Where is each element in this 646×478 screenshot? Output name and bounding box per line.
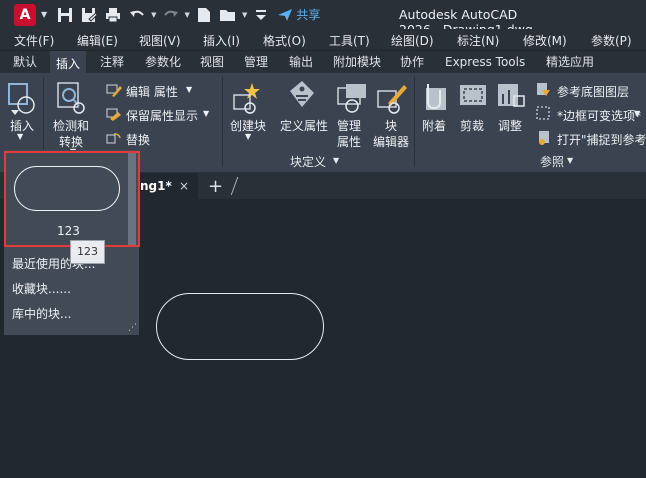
- underlay-layers-label[interactable]: 参考底图图层: [557, 83, 629, 100]
- menu-bar: 文件(F) 编辑(E) 视图(V) 插入(I) 格式(O) 工具(T) 绘图(D…: [0, 29, 646, 50]
- adjust-label[interactable]: 调整: [498, 117, 522, 134]
- attribute-display-icon: [106, 106, 122, 125]
- menu-tools[interactable]: 工具(T): [329, 32, 370, 49]
- insert-dropdown-icon[interactable]: ▼: [17, 132, 23, 141]
- tab-annotate[interactable]: 注释: [94, 51, 130, 73]
- tab-manage[interactable]: 管理: [238, 51, 274, 73]
- block-editor-icon[interactable]: [376, 81, 408, 118]
- menu-format[interactable]: 格式(O): [263, 32, 306, 49]
- menu-parametric[interactable]: 参数(P): [591, 32, 632, 49]
- menu-modify[interactable]: 修改(M): [523, 32, 567, 49]
- new-file-icon[interactable]: [194, 5, 214, 25]
- menu-file[interactable]: 文件(F): [14, 32, 54, 49]
- share-icon: [278, 8, 293, 21]
- tab-parametric[interactable]: 参数化: [139, 51, 187, 73]
- highlight-box: [4, 151, 140, 247]
- snap-to-underlay-label[interactable]: 打开"捕捉到参考: [557, 131, 646, 148]
- block-editor-label-1[interactable]: 块: [385, 117, 397, 134]
- edit-attribute-dropdown-icon[interactable]: ▼: [186, 85, 192, 94]
- library-blocks-item[interactable]: 库中的块...: [12, 305, 71, 322]
- underlay-layers-icon: [536, 82, 552, 101]
- edit-attribute-icon: [106, 82, 122, 101]
- define-attribute-icon[interactable]: [286, 79, 318, 118]
- frames-vary-label[interactable]: *边框可变选项*: [557, 107, 641, 124]
- new-tab-icon[interactable]: +: [208, 176, 223, 197]
- tab-addins[interactable]: 附加模块: [327, 51, 387, 73]
- tab-default[interactable]: 默认: [7, 51, 43, 73]
- menu-dimension[interactable]: 标注(N): [457, 32, 499, 49]
- menu-view[interactable]: 视图(V): [139, 32, 181, 49]
- attribute-display-dropdown-icon[interactable]: ▼: [203, 109, 209, 118]
- menu-insert[interactable]: 插入(I): [203, 32, 240, 49]
- document-tab[interactable]: ng1* ×: [130, 173, 198, 199]
- clip-label[interactable]: 剪裁: [460, 117, 484, 134]
- replace-icon: [106, 130, 122, 149]
- menu-draw[interactable]: 绘图(D): [391, 32, 434, 49]
- tab-output[interactable]: 输出: [283, 51, 319, 73]
- customize-qat-icon[interactable]: [251, 5, 271, 25]
- attach-label[interactable]: 附着: [422, 117, 446, 134]
- insert-block-icon[interactable]: [7, 82, 37, 119]
- save-icon[interactable]: [55, 5, 75, 25]
- open-dropdown-icon[interactable]: ▼: [242, 11, 247, 19]
- reference-panel-title[interactable]: 参照: [540, 153, 564, 170]
- block-definition-panel-title[interactable]: 块定义: [290, 153, 326, 170]
- undo-icon[interactable]: [127, 5, 147, 25]
- adjust-icon[interactable]: [494, 82, 526, 119]
- open-folder-icon[interactable]: [218, 5, 238, 25]
- tab-view[interactable]: 视图: [194, 51, 230, 73]
- frames-dropdown-icon[interactable]: ▼: [634, 109, 640, 118]
- replace-label[interactable]: 替换: [126, 131, 150, 148]
- ribbon-tabs: 默认 插入 注释 参数化 视图 管理 输出 附加模块 协作 Express To…: [0, 51, 646, 73]
- redo-icon[interactable]: [161, 5, 181, 25]
- manage-attributes-label-1[interactable]: 管理: [337, 117, 361, 134]
- resize-grip-icon[interactable]: ⋰: [128, 323, 137, 333]
- clip-icon[interactable]: [458, 83, 490, 116]
- redo-dropdown-icon[interactable]: ▼: [185, 11, 190, 19]
- manage-attributes-icon[interactable]: [336, 82, 368, 119]
- snap-to-underlay-icon: [536, 130, 552, 149]
- share-button[interactable]: 共享: [277, 6, 320, 23]
- frames-vary-icon: [536, 106, 552, 125]
- undo-dropdown-icon[interactable]: ▼: [151, 11, 156, 19]
- favorite-blocks-item[interactable]: 收藏块......: [12, 280, 71, 297]
- attach-icon[interactable]: [420, 82, 450, 117]
- close-tab-icon[interactable]: ×: [179, 173, 189, 199]
- tab-express-tools[interactable]: Express Tools: [439, 51, 531, 73]
- create-block-dropdown-icon[interactable]: ▼: [245, 132, 251, 141]
- tab-divider: [230, 177, 239, 195]
- tab-featured-apps[interactable]: 精选应用: [540, 51, 600, 73]
- define-attribute-label[interactable]: 定义属性: [280, 117, 328, 134]
- menu-edit[interactable]: 编辑(E): [77, 32, 118, 49]
- obround-block-on-canvas[interactable]: [156, 293, 324, 360]
- keep-attribute-display-label[interactable]: 保留属性显示: [126, 107, 198, 124]
- print-icon[interactable]: [103, 5, 123, 25]
- create-block-icon[interactable]: [232, 81, 264, 118]
- detect-convert-label-1[interactable]: 检测和: [53, 117, 89, 134]
- chevron-down-icon[interactable]: ▼: [41, 10, 47, 19]
- save-as-icon[interactable]: [79, 5, 99, 25]
- title-bar: A ▼ ▼ ▼ ▼ 共享 Autodesk AutoCAD: [0, 0, 646, 37]
- application-menu-button[interactable]: A: [14, 3, 36, 26]
- reference-dropdown-icon[interactable]: ▼: [567, 156, 573, 165]
- document-tab-label: ng1*: [140, 179, 172, 193]
- quick-access-toolbar: ▼ ▼ ▼: [55, 5, 271, 25]
- tab-insert[interactable]: 插入: [50, 51, 87, 73]
- block-editor-label-2[interactable]: 编辑器: [373, 133, 409, 150]
- tab-collaborate[interactable]: 协作: [394, 51, 430, 73]
- detect-convert-icon[interactable]: [56, 81, 88, 118]
- manage-attributes-label-2[interactable]: 属性: [337, 133, 361, 150]
- block-definition-dropdown-icon[interactable]: ▼: [333, 156, 339, 165]
- edit-attribute-label[interactable]: 编辑 属性: [126, 83, 178, 100]
- block-tooltip: 123: [70, 240, 105, 264]
- share-label: 共享: [296, 8, 321, 22]
